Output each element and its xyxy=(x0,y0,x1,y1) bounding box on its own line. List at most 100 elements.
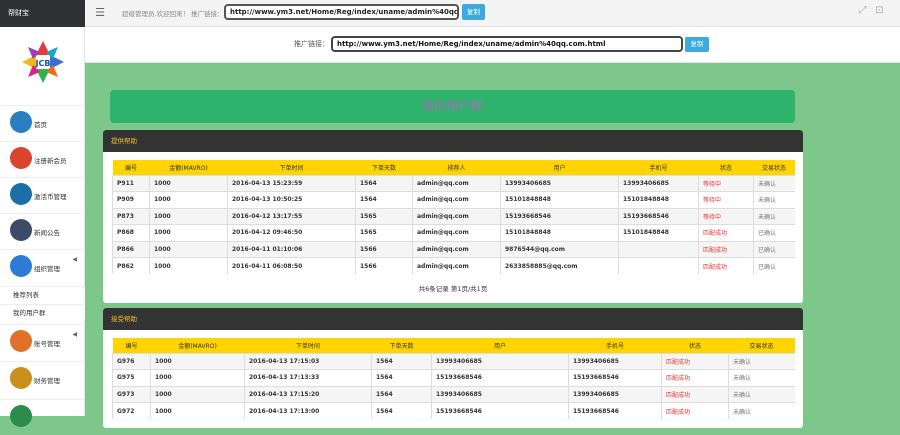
table-cell: G972 xyxy=(112,402,151,419)
table-cell: 未确认 xyxy=(753,207,795,225)
table-cell: 1000 xyxy=(149,207,228,225)
column-header: 金额(MAVRO) xyxy=(150,338,245,353)
table-cell: 1566 xyxy=(355,240,413,258)
column-header: 手机号 xyxy=(618,160,699,175)
table-cell: 1000 xyxy=(150,385,245,403)
sidebar-item-more[interactable] xyxy=(0,399,85,435)
table-cell: 已确认 xyxy=(753,257,795,274)
table-row: P909 1000 2016-04-13 10:50:25 1564 admin@qq.… xyxy=(112,191,795,208)
sidebar-item-label: 新闻公告 xyxy=(34,229,60,237)
provide-help-panel: 提供帮助 编号 金额(MAVRO) 下单时间 下单天数 排荐人 用户 手机号 状态 交易状态 P… xyxy=(103,130,803,303)
table-cell: 匹配成功 xyxy=(661,402,729,419)
chevron-left-icon: ◀ xyxy=(72,331,77,338)
panel-title: 接受帮助 xyxy=(103,308,803,330)
table-cell: 1000 xyxy=(150,352,245,370)
table-cell: 2016-04-12 09:46:50 xyxy=(227,224,356,241)
table-cell: 未确认 xyxy=(728,402,795,419)
table-cell: 13993406685 xyxy=(568,352,662,370)
table-cell: 未确认 xyxy=(728,352,795,370)
table-cell: 15101848848 xyxy=(500,191,619,208)
top-copy-button[interactable]: 复制 xyxy=(462,4,485,20)
column-header: 排荐人 xyxy=(412,160,501,175)
table-cell: 等待中 xyxy=(698,191,754,208)
table-cell: admin@qq.com xyxy=(412,174,501,192)
brand-name: 帮财宝 xyxy=(0,0,85,27)
table-cell: 15101848848 xyxy=(618,191,699,208)
table-cell: 未确认 xyxy=(728,369,795,386)
dollar-icon xyxy=(10,367,32,389)
table-cell: admin@qq.com xyxy=(412,240,501,258)
home-icon xyxy=(10,111,32,133)
sidebar-item-organization[interactable]: 组织管理 ◀ xyxy=(0,249,85,285)
table-cell: 15101848848 xyxy=(618,224,699,241)
table-cell: 2016-04-13 17:13:00 xyxy=(244,402,372,419)
table-cell: 2016-04-13 10:50:25 xyxy=(227,191,356,208)
table-cell: admin@qq.com xyxy=(412,224,501,241)
promo-link-field[interactable]: http://www.ym3.net/Home/Reg/index/uname/… xyxy=(331,36,683,52)
lock-icon xyxy=(10,147,32,169)
exit-icon[interactable]: ⊡ xyxy=(874,5,885,16)
table-cell: 13993406685 xyxy=(568,385,662,403)
copy-button[interactable]: 复制 xyxy=(685,37,709,52)
column-header: 交易状态 xyxy=(728,338,795,353)
table-cell: 1564 xyxy=(355,174,413,192)
table-cell: 未确认 xyxy=(753,174,795,192)
column-header: 编号 xyxy=(112,160,150,175)
table-cell: 等待中 xyxy=(698,174,754,192)
table-row: P866 1000 2016-04-11 01:10:06 1566 admin@qq.… xyxy=(112,240,795,258)
table-row: G975 1000 2016-04-13 17:13:33 1564 151936685… xyxy=(112,369,795,386)
table-cell: 2016-04-13 17:15:03 xyxy=(244,352,372,370)
users-icon xyxy=(10,330,32,352)
hamburger-icon[interactable]: ☰ xyxy=(93,6,107,20)
column-header: 编号 xyxy=(112,338,151,353)
table-cell: 2016-04-13 17:15:20 xyxy=(244,385,372,403)
promo-link-label: 推广链接： xyxy=(294,40,329,48)
sidebar-item-activation[interactable]: 激活币管理 xyxy=(0,177,85,213)
satellite-icon xyxy=(10,219,32,241)
table-cell: 15193668546 xyxy=(568,402,662,419)
column-header: 用户 xyxy=(431,338,569,353)
table-cell: P866 xyxy=(112,240,150,258)
partial-icon xyxy=(10,405,32,427)
table-row: P873 1000 2016-04-12 13:17:55 1565 admin@qq.… xyxy=(112,207,795,225)
sidebar-item-register[interactable]: 注册新会员 xyxy=(0,141,85,177)
table-cell: 2016-04-12 13:17:55 xyxy=(227,207,356,225)
sidebar-item-account[interactable]: 账号管理 ◀ xyxy=(0,324,85,360)
welcome-text: 超级管理员,欢迎回来！ 推广链接： xyxy=(122,10,224,18)
table-row: P862 1000 2016-04-11 06:08:50 1566 admin@qq.… xyxy=(112,257,795,274)
table-row: P911 1000 2016-04-13 15:23:59 1564 admin@qq.… xyxy=(112,174,795,192)
sidebar-item-news[interactable]: 新闻公告 xyxy=(0,213,85,249)
sidebar-item-finance[interactable]: 财务管理 xyxy=(0,361,85,397)
pagination-info: 共6条记录 第1页/共1页 xyxy=(418,285,488,293)
table-cell: 15101848848 xyxy=(500,224,619,241)
table-cell: G973 xyxy=(112,385,151,403)
table-cell: 13993406685 xyxy=(500,174,619,192)
table-cell: 1000 xyxy=(149,224,228,241)
table-row: P868 1000 2016-04-12 09:46:50 1565 admin@qq.… xyxy=(112,224,795,241)
table-cell: 匹配成功 xyxy=(661,352,729,370)
svg-text:JCB: JCB xyxy=(35,59,51,68)
fullscreen-icon[interactable]: ⤢ xyxy=(857,5,868,16)
table-cell: 1000 xyxy=(150,402,245,419)
table-cell: 匹配成功 xyxy=(661,369,729,386)
promo-link-band: 推广链接： http://www.ym3.net/Home/Reg/index/… xyxy=(85,27,900,63)
sidebar-subitem-referrals[interactable]: 推荐列表 xyxy=(0,286,85,303)
sidebar-item-home[interactable]: 首页 xyxy=(0,105,85,141)
table-cell: 2016-04-13 17:13:33 xyxy=(244,369,372,386)
table-cell: 等待中 xyxy=(698,207,754,225)
table-cell xyxy=(618,257,699,274)
table-cell: 2633858885@qq.com xyxy=(500,257,619,274)
column-header: 下单时间 xyxy=(244,338,372,353)
table-cell: admin@qq.com xyxy=(412,191,501,208)
top-promo-link-field[interactable]: http://www.ym3.net/Home/Reg/index/uname/… xyxy=(224,4,459,20)
column-header: 下单天数 xyxy=(371,338,432,353)
column-header: 金额(MAVRO) xyxy=(149,160,228,175)
puzzle-icon xyxy=(10,255,32,277)
sidebar-subitem-my-users[interactable]: 我的用户群 xyxy=(0,304,85,321)
table-cell: 1000 xyxy=(150,369,245,386)
sidebar-item-label: 激活币管理 xyxy=(34,193,67,201)
sidebar-item-label: 账号管理 xyxy=(34,340,60,348)
column-header: 状态 xyxy=(698,160,754,175)
table-cell: 匹配成功 xyxy=(661,385,729,403)
table-cell: 1566 xyxy=(355,257,413,274)
